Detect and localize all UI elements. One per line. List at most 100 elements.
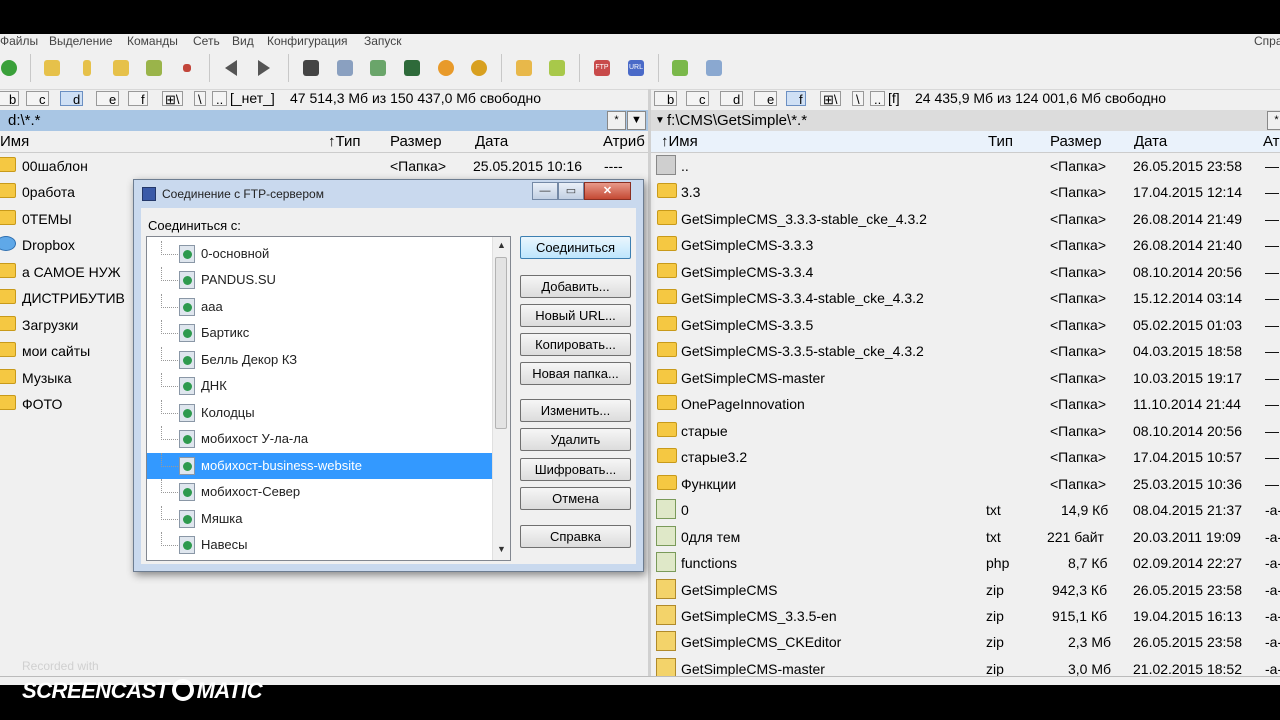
connection-item[interactable]: Мяшка bbox=[147, 506, 494, 532]
help-button[interactable]: Справка bbox=[520, 525, 631, 548]
col-size[interactable]: Размер bbox=[1050, 131, 1102, 152]
col-size[interactable]: Размер bbox=[390, 131, 442, 152]
thumbnails-icon[interactable] bbox=[143, 57, 165, 79]
drive-d-button[interactable]: d bbox=[720, 91, 744, 107]
list-item[interactable]: Функции <Папка> 25.03.2015 10:36 — bbox=[651, 470, 1280, 496]
search-icon[interactable] bbox=[300, 57, 322, 79]
menu-net[interactable]: Сеть bbox=[193, 34, 220, 48]
col-ext[interactable]: Тип bbox=[988, 131, 1013, 152]
root-button[interactable]: \ bbox=[852, 91, 864, 107]
col-date[interactable]: Дата bbox=[475, 131, 508, 152]
minimize-button[interactable]: — bbox=[532, 182, 558, 200]
drive-e-button[interactable]: e bbox=[96, 91, 120, 107]
download-icon[interactable] bbox=[546, 57, 568, 79]
col-attr[interactable]: Ат bbox=[1263, 131, 1280, 152]
menu-files[interactable]: Файлы bbox=[0, 34, 38, 48]
image-view-icon[interactable] bbox=[401, 57, 423, 79]
url-connect-icon[interactable]: URL bbox=[625, 57, 647, 79]
history-button[interactable]: * bbox=[607, 111, 626, 130]
pack-icon[interactable] bbox=[367, 57, 389, 79]
history-button[interactable]: * bbox=[1267, 111, 1280, 130]
edit-button[interactable]: Изменить... bbox=[520, 399, 631, 422]
maximize-button[interactable]: ▭ bbox=[558, 182, 584, 200]
col-name[interactable]: Имя bbox=[0, 131, 29, 152]
notepad-icon[interactable] bbox=[669, 57, 691, 79]
list-item[interactable]: старые3.2 <Папка> 17.04.2015 10:57 — bbox=[651, 443, 1280, 469]
list-item[interactable]: .. <Папка> 26.05.2015 23:58 — bbox=[651, 152, 1280, 178]
select-icon[interactable] bbox=[176, 57, 198, 79]
drive-d-button[interactable]: d bbox=[60, 91, 84, 107]
connection-item[interactable]: 0-основной bbox=[147, 241, 494, 267]
col-attr[interactable]: Атриб bbox=[603, 131, 645, 152]
forward-icon[interactable] bbox=[255, 57, 277, 79]
menu-configuration[interactable]: Конфигурация bbox=[267, 34, 348, 48]
list-item[interactable]: 00шаблон <Папка> 25.05.2015 10:16 ---- bbox=[0, 152, 648, 178]
right-path-bar[interactable]: ▼ f:\CMS\GetSimple\*.* * bbox=[651, 110, 1280, 131]
connect-button[interactable]: Соединиться bbox=[520, 236, 631, 259]
drive-e-button[interactable]: e bbox=[754, 91, 778, 107]
refresh-icon[interactable] bbox=[0, 57, 20, 79]
connection-item[interactable]: Колодцы bbox=[147, 400, 494, 426]
scroll-down-icon[interactable]: ▼ bbox=[497, 544, 506, 554]
list-item[interactable]: GetSimpleCMS-3.3.5-stable_cke_4.3.2 <Папк… bbox=[651, 337, 1280, 363]
root-button[interactable]: \ bbox=[194, 91, 206, 107]
left-path-bar[interactable]: d:\*.* * ▼ bbox=[0, 110, 648, 131]
connection-item-selected[interactable]: мобихост-business-website bbox=[147, 453, 494, 479]
connection-item[interactable]: PANDUS.SU bbox=[147, 267, 494, 293]
tree-view-icon[interactable] bbox=[110, 57, 132, 79]
compare-icon[interactable] bbox=[435, 57, 457, 79]
add-button[interactable]: Добавить... bbox=[520, 275, 631, 298]
connection-list[interactable]: 0-основной PANDUS.SU aaa Бартикс Белль Д… bbox=[146, 236, 511, 561]
list-item[interactable]: 0для тем txt 221 байт 20.03.2011 19:09 -a- bbox=[651, 523, 1280, 549]
drive-f-button[interactable]: f bbox=[786, 91, 806, 107]
delete-button[interactable]: Удалить bbox=[520, 428, 631, 451]
drive-f-button[interactable]: f bbox=[128, 91, 148, 107]
col-name[interactable]: ↑Имя bbox=[661, 131, 698, 152]
back-icon[interactable] bbox=[222, 57, 244, 79]
parent-button[interactable]: .. bbox=[212, 91, 228, 107]
list-item[interactable]: GetSimpleCMS-master <Папка> 10.03.2015 19:… bbox=[651, 364, 1280, 390]
list-item[interactable]: GetSimpleCMS-3.3.3 <Папка> 26.08.2014 21:4… bbox=[651, 231, 1280, 257]
list-item[interactable]: GetSimpleCMS-3.3.4 <Папка> 08.10.2014 20:5… bbox=[651, 258, 1280, 284]
close-button[interactable]: ✕ bbox=[584, 182, 631, 200]
connection-item[interactable]: Бартикс bbox=[147, 320, 494, 346]
list-item[interactable]: GetSimpleCMS_CKEditor zip 2,3 Мб 26.05.2015… bbox=[651, 628, 1280, 654]
col-ext[interactable]: ↑Тип bbox=[328, 131, 361, 152]
scroll-up-icon[interactable]: ▲ bbox=[497, 240, 506, 250]
menu-commands[interactable]: Команды bbox=[127, 34, 178, 48]
connection-item[interactable]: Навесы bbox=[147, 532, 494, 558]
drive-b-button[interactable]: b bbox=[0, 91, 20, 107]
connection-item[interactable]: Белль Декор КЗ bbox=[147, 347, 494, 373]
new-url-button[interactable]: Новый URL... bbox=[520, 304, 631, 327]
ftp-connect-icon[interactable]: FTP bbox=[591, 57, 613, 79]
col-date[interactable]: Дата bbox=[1134, 131, 1167, 152]
drive-c-button[interactable]: c bbox=[26, 91, 49, 107]
list-item[interactable]: 0 txt 14,9 Кб 08.04.2015 21:37 -a- bbox=[651, 496, 1280, 522]
list-scrollbar[interactable]: ▲ ▼ bbox=[492, 237, 510, 560]
dropdown-button[interactable]: ▼ bbox=[627, 111, 646, 130]
menu-help[interactable]: Спра bbox=[1254, 34, 1280, 48]
encrypt-button[interactable]: Шифровать... bbox=[520, 458, 631, 481]
menu-start[interactable]: Запуск bbox=[364, 34, 402, 48]
scroll-thumb[interactable] bbox=[495, 257, 507, 429]
new-folder-button[interactable]: Новая папка... bbox=[520, 362, 631, 385]
list-item[interactable]: GetSimpleCMS zip 942,3 Кб 26.05.2015 23:58 -… bbox=[651, 576, 1280, 602]
brief-view-icon[interactable] bbox=[41, 57, 63, 79]
settings-gear-icon[interactable] bbox=[468, 57, 490, 79]
upload-icon[interactable] bbox=[513, 57, 535, 79]
list-item[interactable]: functions php 8,7 Кб 02.09.2014 22:27 -a- bbox=[651, 549, 1280, 575]
cancel-button[interactable]: Отмена bbox=[520, 487, 631, 510]
drive-c-button[interactable]: c bbox=[686, 91, 709, 107]
copy-button[interactable]: Копировать... bbox=[520, 333, 631, 356]
calculator-icon[interactable] bbox=[703, 57, 725, 79]
connection-item[interactable]: ДНК bbox=[147, 373, 494, 399]
list-item[interactable]: GetSimpleCMS_3.3.5-en zip 915,1 Кб 19.04.20… bbox=[651, 602, 1280, 628]
parent-button[interactable]: .. bbox=[870, 91, 886, 107]
menu-selection[interactable]: Выделение bbox=[49, 34, 113, 48]
dialog-titlebar[interactable]: Соединение с FTP-сервером — ▭ ✕ bbox=[134, 180, 643, 208]
multi-rename-icon[interactable] bbox=[334, 57, 356, 79]
list-item[interactable]: OnePageInnovation <Папка> 11.10.2014 21:44… bbox=[651, 390, 1280, 416]
list-item[interactable]: GetSimpleCMS_3.3.3-stable_cke_4.3.2 <Папк… bbox=[651, 205, 1280, 231]
list-item[interactable]: старые <Папка> 08.10.2014 20:56 — bbox=[651, 417, 1280, 443]
connection-item[interactable]: мобихост-Север bbox=[147, 479, 494, 505]
